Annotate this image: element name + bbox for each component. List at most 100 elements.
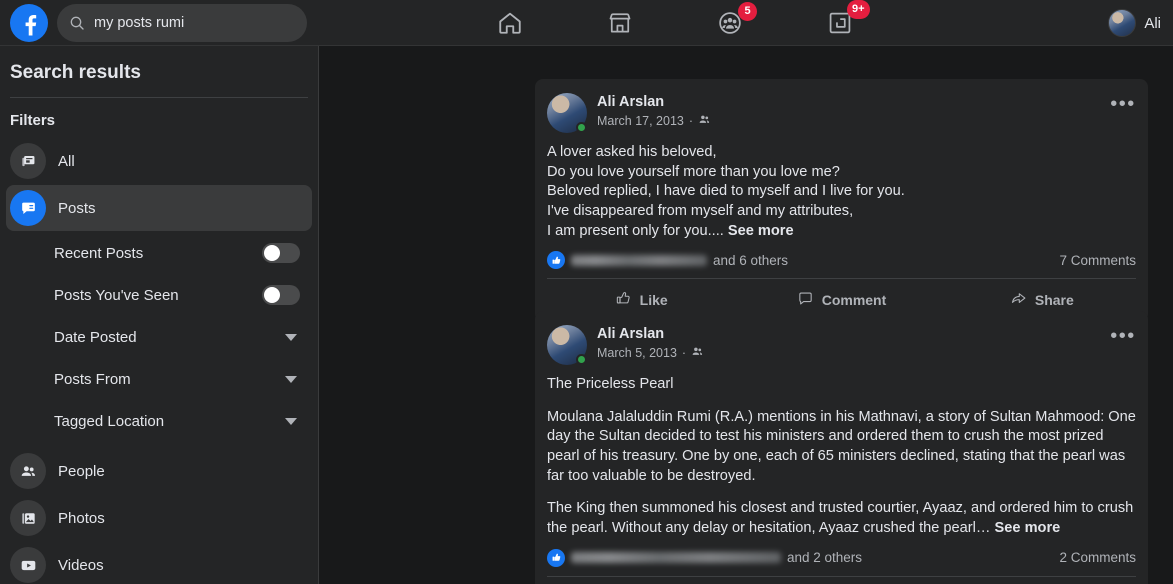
post-text: The Priceless Pearl Moulana Jalaluddin R… — [535, 365, 1148, 539]
chevron-down-icon[interactable] — [285, 376, 297, 383]
chevron-down-icon[interactable] — [285, 334, 297, 341]
top-navigation-bar: 5 9+ Ali — [0, 0, 1173, 46]
like-reaction-icon — [547, 549, 565, 567]
post-meta: Ali Arslan March 5, 2013 · — [597, 325, 704, 361]
post-timestamp-row: March 17, 2013 · — [597, 113, 711, 129]
sidebar-item-people[interactable]: People — [6, 448, 312, 494]
post-author-name[interactable]: Ali Arslan — [597, 326, 704, 342]
filter-posts-from[interactable]: Posts From — [10, 358, 308, 400]
post-card: Ali Arslan March 17, 2013 · — [535, 79, 1148, 322]
nav-groups-button[interactable]: 5 — [675, 0, 785, 46]
post-title-line: The Priceless Pearl — [547, 375, 1136, 395]
filter-posts-youve-seen-label: Posts You've Seen — [54, 287, 179, 304]
filter-recent-posts[interactable]: Recent Posts — [10, 232, 308, 274]
filter-posts-from-label: Posts From — [54, 371, 131, 388]
posts-icon — [10, 190, 46, 226]
nav-marketplace-button[interactable] — [565, 0, 675, 46]
videos-icon — [10, 547, 46, 583]
post-paragraph: Moulana Jalaluddin Rumi (R.A.) mentions … — [547, 408, 1136, 487]
sidebar-item-all-label: All — [58, 153, 75, 170]
filter-date-posted-label: Date Posted — [54, 329, 137, 346]
post-header: Ali Arslan March 5, 2013 · — [535, 311, 1148, 365]
photos-icon — [10, 500, 46, 536]
sidebar-item-videos[interactable]: Videos — [6, 542, 312, 584]
all-results-icon — [10, 143, 46, 179]
filter-date-posted[interactable]: Date Posted — [10, 316, 308, 358]
groups-badge: 5 — [738, 2, 757, 21]
author-avatar[interactable] — [547, 325, 587, 365]
filters-heading: Filters — [0, 98, 318, 137]
friends-icon[interactable] — [691, 345, 704, 361]
sidebar-item-all[interactable]: All — [6, 138, 312, 184]
online-status-dot — [576, 354, 587, 365]
reaction-summary[interactable]: and 6 others — [547, 251, 788, 269]
post-more-options-icon[interactable]: ••• — [1106, 319, 1140, 353]
author-avatar[interactable] — [547, 93, 587, 133]
filter-posts-youve-seen[interactable]: Posts You've Seen — [10, 274, 308, 316]
filter-tagged-location[interactable]: Tagged Location — [10, 400, 308, 442]
friends-icon[interactable] — [698, 113, 711, 129]
post-card: Ali Arslan March 5, 2013 · — [535, 311, 1148, 584]
filter-recent-posts-label: Recent Posts — [54, 245, 143, 262]
post-line: I've disappeared from myself and my attr… — [547, 202, 1136, 222]
post-line: Beloved replied, I have died to myself a… — [547, 182, 1136, 202]
post-date[interactable]: March 5, 2013 — [597, 346, 677, 360]
posts-youve-seen-toggle[interactable] — [262, 285, 300, 305]
main-nav-icons: 5 9+ — [455, 0, 895, 46]
comment-button-label: Comment — [822, 292, 887, 308]
search-results-feed: Ali Arslan March 17, 2013 · — [320, 46, 1173, 584]
reaction-others-text[interactable]: and 2 others — [787, 550, 862, 565]
recent-posts-toggle[interactable] — [262, 243, 300, 263]
share-arrow-icon — [1010, 290, 1027, 310]
post-line: I am present only for you.... — [547, 223, 724, 239]
separator-dot: · — [682, 346, 686, 360]
reaction-others-text[interactable]: and 6 others — [713, 253, 788, 268]
sidebar-item-videos-label: Videos — [58, 557, 104, 574]
share-button-label: Share — [1035, 292, 1074, 308]
post-reactions-row: and 6 others 7 Comments — [547, 251, 1136, 279]
profile-avatar — [1108, 9, 1136, 37]
sidebar-item-photos-label: Photos — [58, 510, 105, 527]
post-header: Ali Arslan March 17, 2013 · — [535, 79, 1148, 133]
post-text: A lover asked his beloved, Do you love y… — [535, 133, 1148, 241]
reaction-summary[interactable]: and 2 others — [547, 549, 862, 567]
gaming-badge: 9+ — [847, 0, 870, 19]
filter-tagged-location-label: Tagged Location — [54, 413, 164, 430]
like-reaction-icon — [547, 251, 565, 269]
comments-count[interactable]: 7 Comments — [1059, 253, 1136, 268]
post-line: Do you love yourself more than you love … — [547, 163, 1136, 183]
post-more-options-icon[interactable]: ••• — [1106, 87, 1140, 121]
search-box[interactable] — [57, 4, 307, 42]
post-date[interactable]: March 17, 2013 — [597, 114, 684, 128]
like-button-label: Like — [640, 292, 668, 308]
search-icon — [69, 15, 85, 31]
post-author-name[interactable]: Ali Arslan — [597, 94, 711, 110]
profile-name: Ali — [1144, 15, 1161, 32]
post-paragraph-last: The King then summoned his closest and t… — [547, 499, 1136, 538]
sidebar-item-posts-label: Posts — [58, 200, 96, 217]
reactor-name-redacted — [571, 255, 707, 266]
sidebar-item-photos[interactable]: Photos — [6, 495, 312, 541]
online-status-dot — [576, 122, 587, 133]
chevron-down-icon[interactable] — [285, 418, 297, 425]
post-line-last: I am present only for you.... See more — [547, 222, 1136, 242]
page-title: Search results — [0, 46, 318, 97]
separator-dot: · — [689, 114, 693, 128]
facebook-search-results-page: 5 9+ Ali Search results Filters — [0, 0, 1173, 584]
nav-gaming-button[interactable]: 9+ — [785, 0, 895, 46]
comments-count[interactable]: 2 Comments — [1059, 550, 1136, 565]
facebook-logo-icon[interactable] — [10, 4, 48, 42]
thumbs-up-icon — [615, 290, 632, 310]
see-more-link[interactable]: See more — [995, 520, 1061, 536]
post-meta: Ali Arslan March 17, 2013 · — [597, 93, 711, 129]
post-actions-row: Like Comment Share — [535, 577, 1148, 584]
nav-home-button[interactable] — [455, 0, 565, 46]
reactor-name-redacted — [571, 552, 781, 563]
search-input[interactable] — [94, 15, 290, 31]
post-line: A lover asked his beloved, — [547, 143, 1136, 163]
sidebar-item-posts[interactable]: Posts — [6, 185, 312, 231]
people-icon — [10, 453, 46, 489]
profile-button[interactable]: Ali — [1108, 0, 1161, 46]
see-more-link[interactable]: See more — [728, 223, 794, 239]
comment-bubble-icon — [797, 290, 814, 310]
